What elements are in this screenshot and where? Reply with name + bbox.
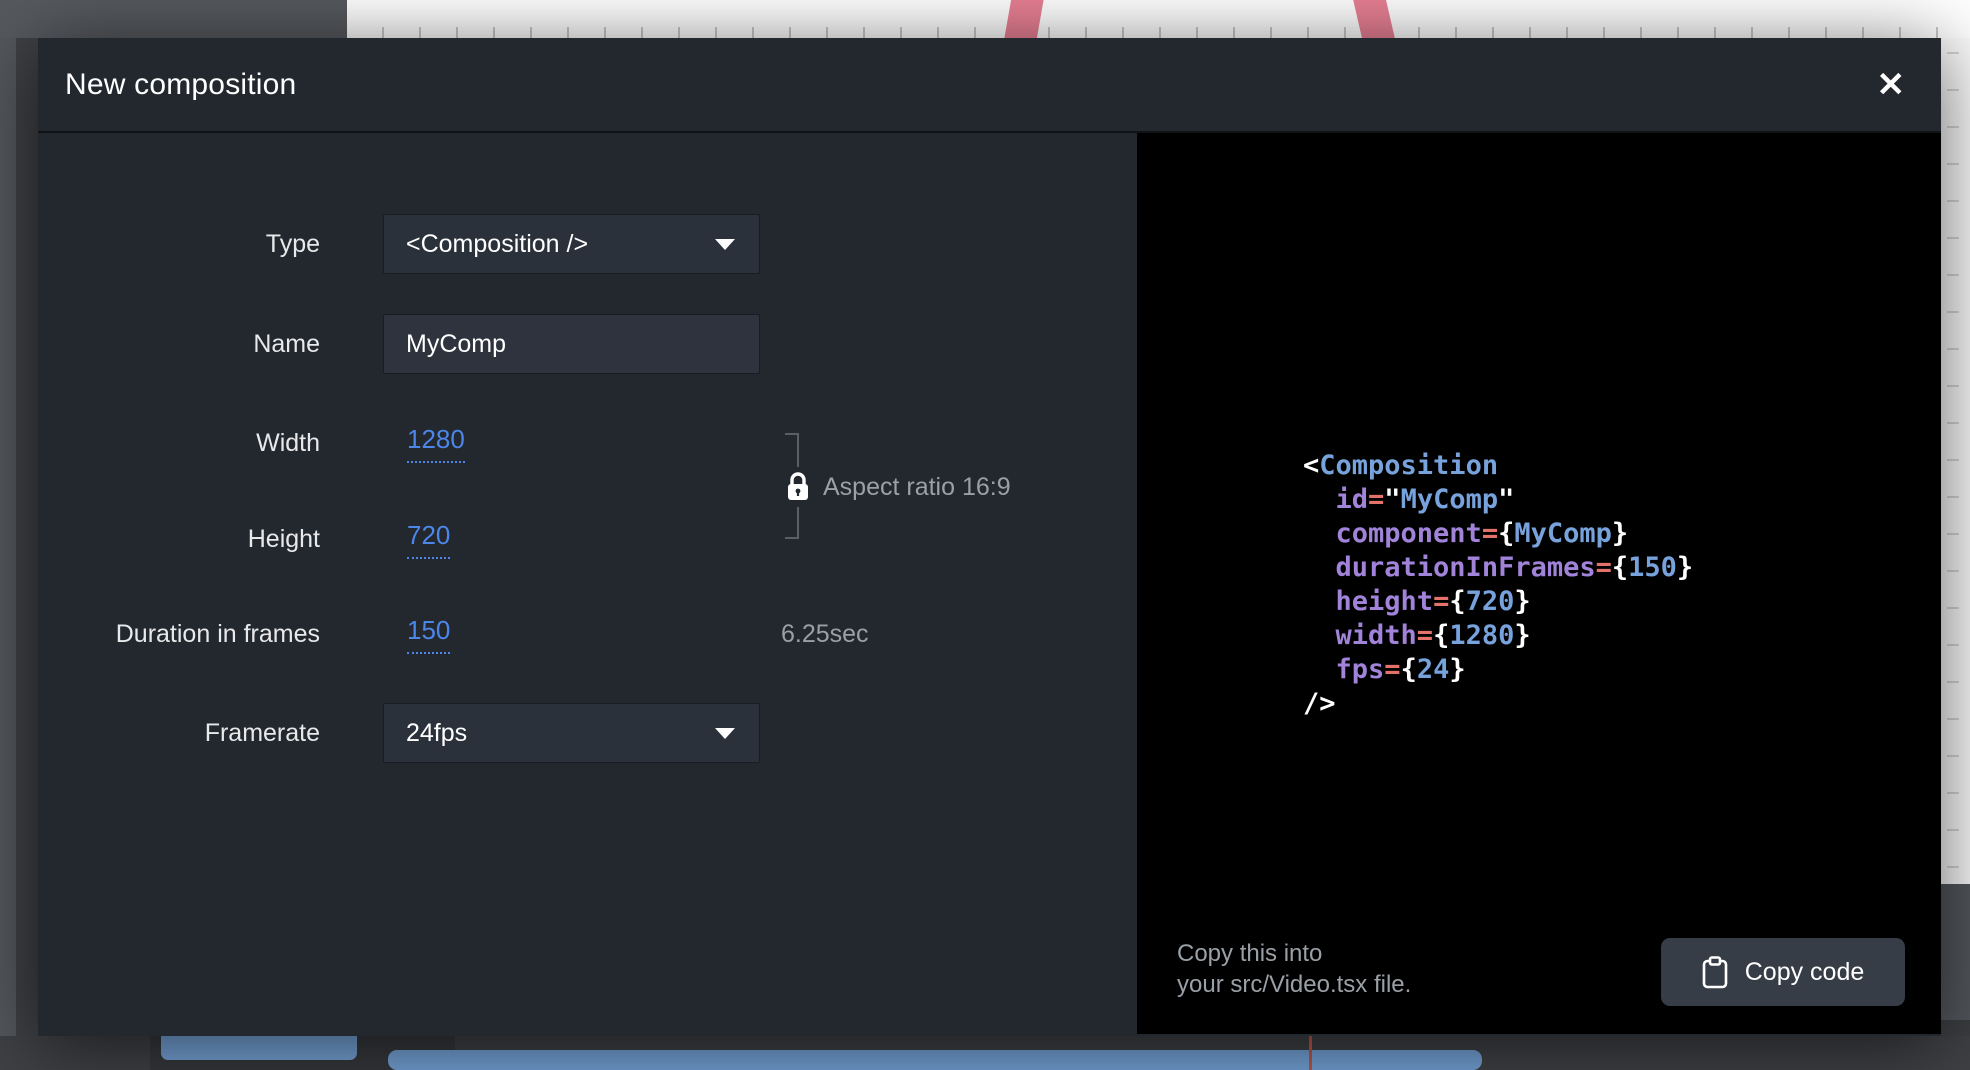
width-label: Width: [38, 429, 320, 458]
name-input[interactable]: [383, 314, 760, 374]
duration-seconds: 6.25sec: [781, 604, 869, 664]
new-composition-dialog: New composition ✕ Type <Composition /> N…: [38, 38, 1941, 1036]
name-label: Name: [38, 330, 320, 359]
chevron-down-icon: [715, 239, 735, 250]
type-label: Type: [38, 230, 320, 259]
width-value[interactable]: 1280: [407, 424, 465, 463]
duration-label: Duration in frames: [38, 620, 320, 649]
height-label: Height: [38, 525, 320, 554]
background-timeline-ruler: [347, 27, 1970, 38]
height-value[interactable]: 720: [407, 520, 450, 559]
code-block: <Composition id="MyComp" component={MyCo…: [1303, 449, 1693, 721]
duration-row: Duration in frames 150 6.25sec: [38, 604, 1137, 664]
name-row: Name: [38, 314, 1137, 374]
lock-icon: [782, 467, 814, 507]
code-hint: Copy this into your src/Video.tsx file.: [1177, 938, 1411, 1000]
dialog-header: New composition ✕: [38, 38, 1941, 133]
framerate-row: Framerate 24fps: [38, 703, 1137, 763]
framerate-label: Framerate: [38, 719, 320, 748]
background-right-panel-block: [1941, 884, 1970, 1020]
framerate-select[interactable]: 24fps: [383, 703, 760, 763]
code-hint-line2: your src/Video.tsx file.: [1177, 969, 1411, 1000]
width-row: Width 1280: [38, 413, 1137, 473]
type-row: Type <Composition />: [38, 214, 1137, 274]
type-select-value: <Composition />: [406, 230, 588, 259]
background-left-panel-strip: [0, 0, 16, 1070]
close-icon[interactable]: ✕: [1877, 68, 1906, 102]
copy-code-label: Copy code: [1745, 958, 1865, 987]
dialog-title: New composition: [65, 68, 296, 102]
background-preview-area: [0, 0, 1970, 38]
type-select[interactable]: <Composition />: [383, 214, 760, 274]
background-right-panel: [1941, 38, 1970, 1070]
code-hint-line1: Copy this into: [1177, 938, 1411, 969]
background-timeline-bar: [388, 1050, 1482, 1070]
copy-code-button[interactable]: Copy code: [1661, 938, 1905, 1006]
height-row: Height 720: [38, 509, 1137, 569]
background-playhead: [1309, 1036, 1312, 1070]
duration-value[interactable]: 150: [407, 615, 450, 654]
background-right-panel-ticks: [1947, 52, 1959, 892]
background-sidebar-corner: [0, 0, 347, 38]
composition-form: Type <Composition /> Name Width 1280 Hei…: [38, 133, 1137, 1034]
chevron-down-icon: [715, 728, 735, 739]
clipboard-icon: [1702, 956, 1728, 989]
aspect-ratio-label: Aspect ratio 16:9: [823, 469, 1011, 505]
code-preview-panel: <Composition id="MyComp" component={MyCo…: [1137, 133, 1941, 1034]
framerate-select-value: 24fps: [406, 719, 467, 748]
background-timeline-track: [0, 1036, 1970, 1070]
